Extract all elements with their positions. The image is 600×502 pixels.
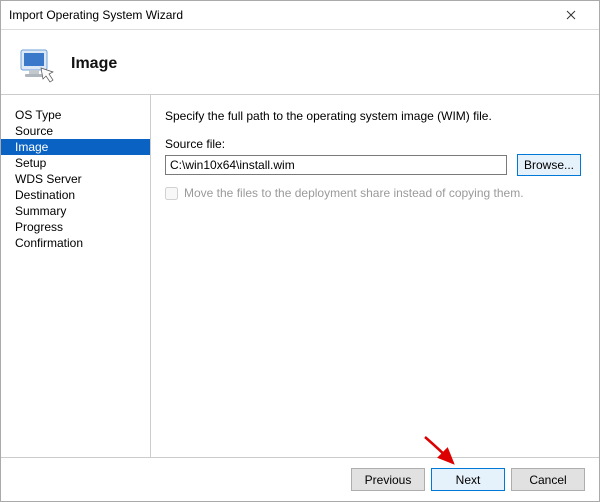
move-files-option: Move the files to the deployment share i… <box>165 186 581 200</box>
step-summary[interactable]: Summary <box>1 203 150 219</box>
previous-button[interactable]: Previous <box>351 468 425 491</box>
step-destination[interactable]: Destination <box>1 187 150 203</box>
step-source[interactable]: Source <box>1 123 150 139</box>
steps-sidebar: OS Type Source Image Setup WDS Server De… <box>1 95 151 457</box>
wizard-content: Specify the full path to the operating s… <box>151 95 599 457</box>
move-files-checkbox <box>165 187 178 200</box>
step-image[interactable]: Image <box>1 139 150 155</box>
wizard-footer: Previous Next Cancel <box>1 457 599 501</box>
step-wds-server[interactable]: WDS Server <box>1 171 150 187</box>
close-icon <box>566 7 576 23</box>
step-confirmation[interactable]: Confirmation <box>1 235 150 251</box>
source-file-label: Source file: <box>165 137 581 151</box>
cancel-button[interactable]: Cancel <box>511 468 585 491</box>
next-button[interactable]: Next <box>431 468 505 491</box>
instruction-text: Specify the full path to the operating s… <box>165 109 581 123</box>
computer-icon <box>17 44 57 84</box>
source-file-input[interactable] <box>165 155 507 175</box>
move-files-label: Move the files to the deployment share i… <box>184 186 524 200</box>
wizard-window: Import Operating System Wizard Image OS … <box>0 0 600 502</box>
wizard-body: OS Type Source Image Setup WDS Server De… <box>1 95 599 457</box>
step-os-type[interactable]: OS Type <box>1 107 150 123</box>
titlebar: Import Operating System Wizard <box>1 1 599 30</box>
wizard-header: Image <box>1 30 599 95</box>
browse-button[interactable]: Browse... <box>517 154 581 176</box>
close-button[interactable] <box>551 1 591 29</box>
step-setup[interactable]: Setup <box>1 155 150 171</box>
page-heading: Image <box>71 55 117 73</box>
window-title: Import Operating System Wizard <box>9 8 551 22</box>
step-progress[interactable]: Progress <box>1 219 150 235</box>
